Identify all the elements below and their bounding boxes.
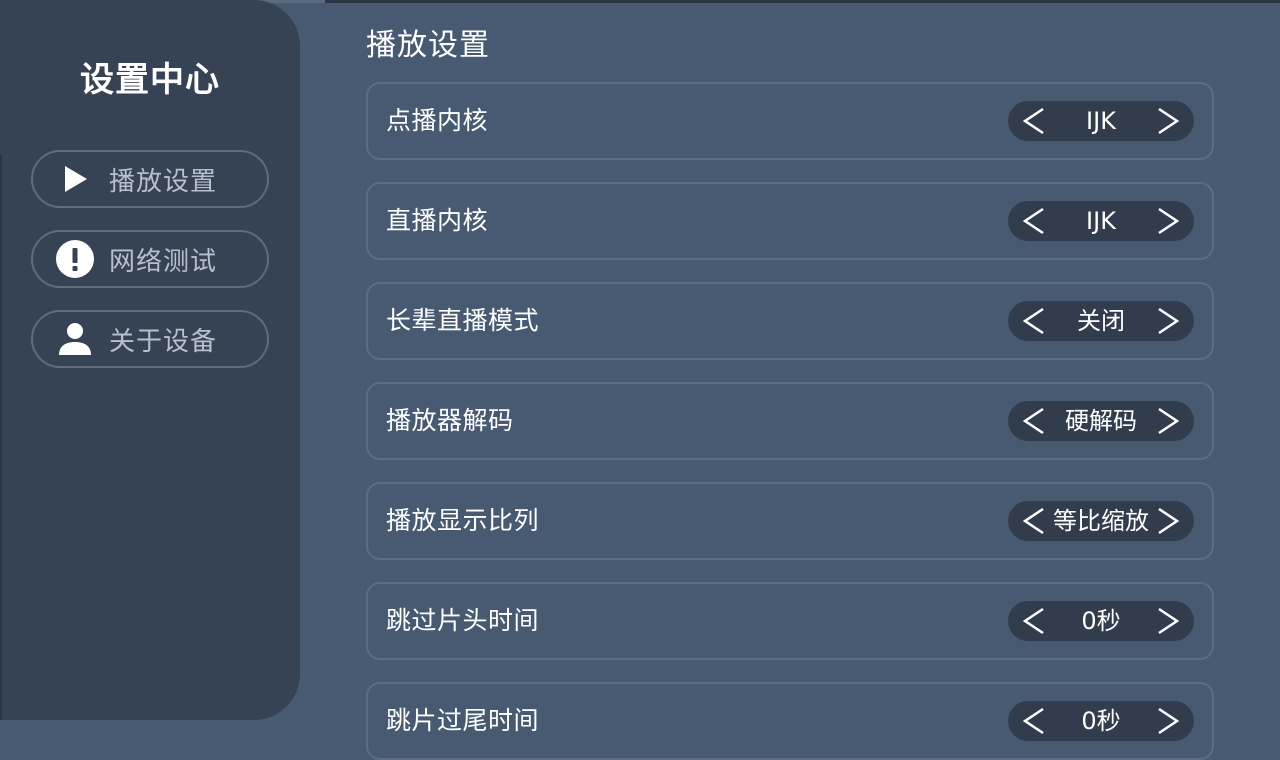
chevron-right-icon[interactable] (1152, 205, 1184, 237)
nav-item-about-device[interactable]: 关于设备 (31, 310, 269, 368)
option-value: 关闭 (1077, 307, 1125, 335)
person-icon (55, 319, 95, 359)
setting-label: 跳片过尾时间 (386, 706, 540, 735)
setting-row[interactable]: 播放器解码 硬解码 (366, 382, 1214, 460)
option-value: IJK (1086, 207, 1116, 235)
option-value: 0秒 (1081, 607, 1121, 635)
chevron-left-icon[interactable] (1018, 405, 1050, 437)
option-value: 硬解码 (1065, 407, 1137, 435)
option-selector[interactable]: IJK (1008, 101, 1194, 141)
chevron-left-icon[interactable] (1018, 505, 1050, 537)
chevron-left-icon[interactable] (1018, 605, 1050, 637)
setting-row[interactable]: 跳过片头时间 0秒 (366, 582, 1214, 660)
option-selector[interactable]: 硬解码 (1008, 401, 1194, 441)
option-value: IJK (1086, 107, 1116, 135)
chevron-left-icon[interactable] (1018, 705, 1050, 737)
chevron-left-icon[interactable] (1018, 105, 1050, 137)
setting-label: 播放显示比列 (386, 506, 540, 535)
chevron-right-icon[interactable] (1152, 505, 1184, 537)
alert-circle-icon (55, 239, 95, 279)
option-selector[interactable]: 关闭 (1008, 301, 1194, 341)
setting-label: 直播内核 (386, 206, 489, 235)
chevron-left-icon[interactable] (1018, 205, 1050, 237)
chevron-right-icon[interactable] (1152, 405, 1184, 437)
page-title: 播放设置 (366, 28, 490, 63)
nav-item-label: 网络测试 (109, 246, 218, 277)
setting-row[interactable]: 直播内核 IJK (366, 182, 1214, 260)
setting-row[interactable]: 长辈直播模式 关闭 (366, 282, 1214, 360)
option-selector[interactable]: IJK (1008, 201, 1194, 241)
sidebar-edge (0, 155, 2, 720)
option-selector[interactable]: 0秒 (1008, 601, 1194, 641)
setting-row[interactable]: 播放显示比列 等比缩放 (366, 482, 1214, 560)
option-selector[interactable]: 等比缩放 (1008, 501, 1194, 541)
setting-label: 播放器解码 (386, 406, 514, 435)
setting-label: 点播内核 (386, 106, 489, 135)
setting-row[interactable]: 点播内核 IJK (366, 82, 1214, 160)
option-value: 等比缩放 (1053, 507, 1149, 535)
nav-item-label: 播放设置 (109, 166, 218, 197)
chevron-right-icon[interactable] (1152, 305, 1184, 337)
setting-row[interactable]: 跳片过尾时间 0秒 (366, 682, 1214, 760)
chevron-right-icon[interactable] (1152, 105, 1184, 137)
option-selector[interactable]: 0秒 (1008, 701, 1194, 741)
chevron-right-icon[interactable] (1152, 605, 1184, 637)
setting-label: 跳过片头时间 (386, 606, 540, 635)
play-icon (55, 159, 95, 199)
chevron-left-icon[interactable] (1018, 305, 1050, 337)
sidebar-title: 设置中心 (80, 60, 220, 100)
setting-label: 长辈直播模式 (386, 306, 540, 335)
nav-item-network-test[interactable]: 网络测试 (31, 230, 269, 288)
nav-item-label: 关于设备 (109, 326, 218, 357)
nav-item-playback-settings[interactable]: 播放设置 (31, 150, 269, 208)
sidebar: 设置中心 播放设置 网络测试 关于设备 (0, 0, 300, 720)
option-value: 0秒 (1081, 707, 1121, 735)
chevron-right-icon[interactable] (1152, 705, 1184, 737)
